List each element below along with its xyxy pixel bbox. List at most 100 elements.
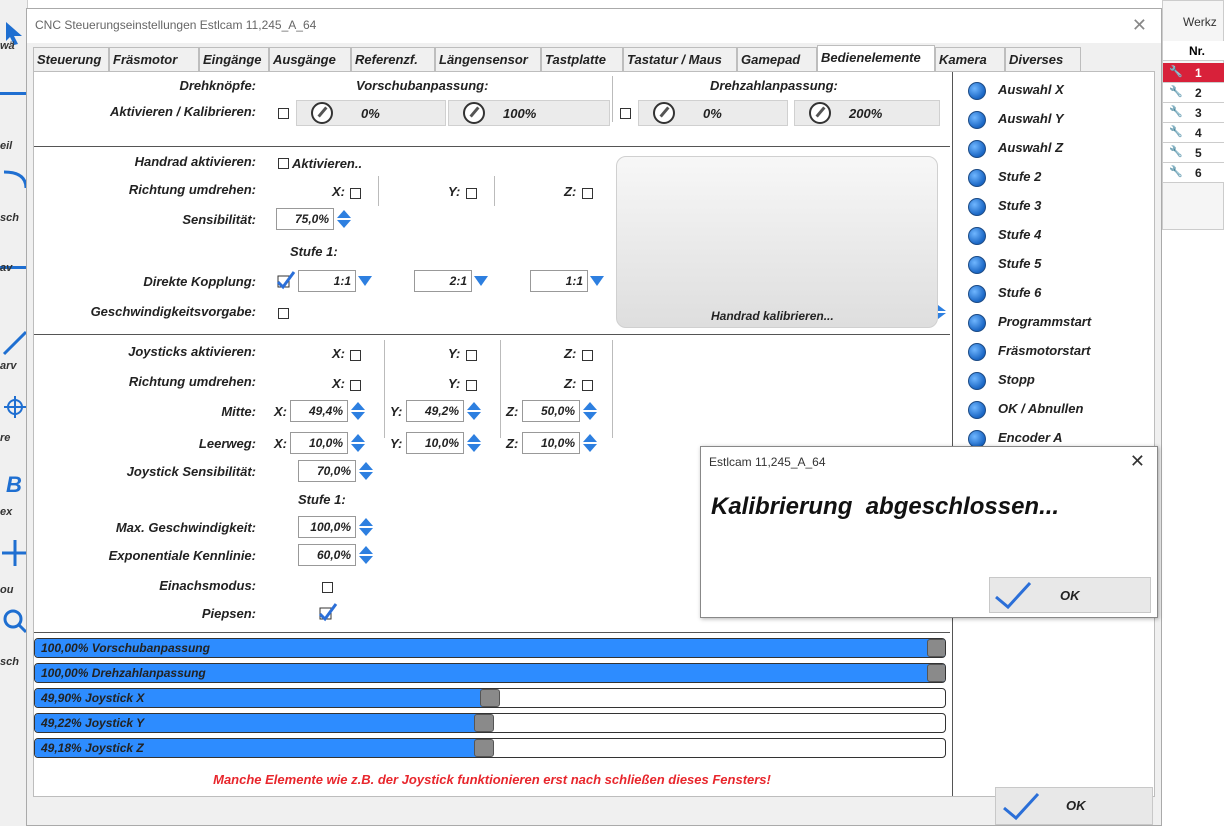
spinner-icon[interactable] <box>350 401 366 421</box>
beep-checkbox-checked-icon[interactable] <box>318 602 338 622</box>
dropdown-icon[interactable] <box>590 276 604 286</box>
coupling-ratio-x[interactable]: 1:1 <box>298 270 356 292</box>
close-icon[interactable]: ✕ <box>1130 451 1145 472</box>
control-button[interactable]: Auswahl Z <box>968 136 1214 162</box>
magnifier-icon[interactable] <box>2 608 28 634</box>
indicator-icon <box>968 82 986 100</box>
knob-speed-checkbox[interactable] <box>620 108 631 119</box>
joystick-dir-x-checkbox[interactable] <box>350 380 361 391</box>
handwheel-direction-label: Richtung umdrehen: <box>128 182 256 197</box>
dropdown-icon[interactable] <box>358 276 372 286</box>
speed-max-knob[interactable]: 200% <box>794 100 940 126</box>
spinner-icon[interactable] <box>358 545 374 565</box>
speed-preset-checkbox[interactable] <box>278 308 289 319</box>
joystick-center-z-input[interactable]: 50,0% <box>522 400 580 422</box>
target-icon[interactable] <box>2 394 28 420</box>
spinner-icon[interactable] <box>358 461 374 481</box>
expo-curve-input[interactable]: 60,0% <box>298 544 356 566</box>
slider-thumb <box>473 714 494 732</box>
joystick-dir-y-checkbox[interactable] <box>466 380 477 391</box>
control-button[interactable]: Stufe 2 <box>968 165 1214 191</box>
dial-icon <box>809 102 831 124</box>
control-button-label: Auswahl Y <box>998 111 1064 126</box>
tab-bedienelemente[interactable]: Bedienelemente <box>817 45 935 71</box>
control-button[interactable]: Stufe 4 <box>968 223 1214 249</box>
close-icon[interactable]: ✕ <box>1132 15 1147 36</box>
knobs-label: Drehknöpfe: <box>179 78 256 93</box>
spinner-icon[interactable] <box>336 209 352 229</box>
tab-fräsmotor[interactable]: Fräsmotor <box>109 47 199 71</box>
handwheel-calibrate-button[interactable]: Handrad kalibrieren... <box>616 156 938 328</box>
control-button[interactable]: OK / Abnullen <box>968 397 1214 423</box>
spinner-icon[interactable] <box>466 401 482 421</box>
coupling-ratio-y[interactable]: 2:1 <box>414 270 472 292</box>
spinner-icon[interactable] <box>582 401 598 421</box>
coupling-checkbox-checked-icon[interactable] <box>276 270 296 290</box>
spinner-icon[interactable] <box>358 517 374 537</box>
indicator-icon <box>968 343 986 361</box>
joystick-dir-z-checkbox[interactable] <box>582 380 593 391</box>
joystick-deadband-y-input[interactable]: 10,0% <box>406 432 464 454</box>
handwheel-calibrate-label: Handrad kalibrieren... <box>711 309 834 323</box>
tab-eingänge[interactable]: Eingänge <box>199 47 269 71</box>
divider <box>494 176 495 206</box>
spinner-icon[interactable] <box>466 433 482 453</box>
joystick-center-x-input[interactable]: 49,4% <box>290 400 348 422</box>
joystick-y-checkbox[interactable] <box>466 350 477 361</box>
tab-längensensor[interactable]: Längensensor <box>435 47 541 71</box>
tab-steuerung[interactable]: Steuerung <box>33 47 109 71</box>
handwheel-dir-x-checkbox[interactable] <box>350 188 361 199</box>
dialog-ok-button[interactable]: OK <box>989 577 1151 613</box>
control-button-label: Stufe 5 <box>998 256 1042 271</box>
handwheel-dir-z-checkbox[interactable] <box>582 188 593 199</box>
coupling-ratio-z[interactable]: 1:1 <box>530 270 588 292</box>
max-speed-input[interactable]: 100,0% <box>298 516 356 538</box>
cross-icon[interactable] <box>2 540 28 566</box>
joystick-sensitivity-input[interactable]: 70,0% <box>298 460 356 482</box>
control-button[interactable]: Programmstart <box>968 310 1214 336</box>
control-button[interactable]: Stufe 3 <box>968 194 1214 220</box>
tab-referenzf[interactable]: Referenzf. <box>351 47 435 71</box>
speed-max-value: 200% <box>849 106 883 121</box>
control-button[interactable]: Stufe 5 <box>968 252 1214 278</box>
tab-kamera[interactable]: Kamera <box>935 47 1005 71</box>
handwheel-sensitivity-input[interactable]: 75,0% <box>276 208 334 230</box>
joystick-z-checkbox[interactable] <box>582 350 593 361</box>
handwheel-activate-checkbox[interactable] <box>278 158 289 169</box>
tab-gamepad[interactable]: Gamepad <box>737 47 817 71</box>
control-button[interactable]: Auswahl X <box>968 78 1214 104</box>
control-button-label: Stufe 6 <box>998 285 1042 300</box>
knob-feed-checkbox[interactable] <box>278 108 289 119</box>
joystick-center-y-input[interactable]: 49,2% <box>406 400 464 422</box>
feed-min-knob[interactable]: 0% <box>296 100 446 126</box>
control-button[interactable]: Auswahl Y <box>968 107 1214 133</box>
speed-min-knob[interactable]: 0% <box>638 100 788 126</box>
tab-diverses[interactable]: Diverses <box>1005 47 1081 71</box>
single-axis-checkbox[interactable] <box>322 582 333 593</box>
control-button[interactable]: Stufe 6 <box>968 281 1214 307</box>
feed-max-knob[interactable]: 100% <box>448 100 610 126</box>
ok-button[interactable]: OK <box>995 787 1153 825</box>
handwheel-activate-label: Handrad aktivieren: <box>134 154 256 169</box>
joystick-sensitivity-label: Joystick Sensibilität: <box>126 464 256 479</box>
text-tool-icon[interactable]: B <box>2 470 28 496</box>
control-button-label: Programmstart <box>998 314 1092 329</box>
diagonal-icon[interactable] <box>2 330 28 356</box>
control-button[interactable]: Fräsmotorstart <box>968 339 1214 365</box>
curve-icon[interactable] <box>2 168 28 194</box>
tab-tastplatte[interactable]: Tastplatte <box>541 47 623 71</box>
line-icon[interactable] <box>0 92 26 95</box>
control-button[interactable]: Stopp <box>968 368 1214 394</box>
feed-override-title: Vorschubanpassung: <box>356 78 489 93</box>
dial-icon <box>653 102 675 124</box>
joystick-deadband-x-input[interactable]: 10,0% <box>290 432 348 454</box>
tab-tastatur-maus[interactable]: Tastatur / Maus <box>623 47 737 71</box>
dropdown-icon[interactable] <box>474 276 488 286</box>
tab-ausgänge[interactable]: Ausgänge <box>269 47 351 71</box>
spinner-icon[interactable] <box>582 433 598 453</box>
joystick-x-checkbox[interactable] <box>350 350 361 361</box>
spinner-icon[interactable] <box>350 433 366 453</box>
handwheel-dir-y-checkbox[interactable] <box>466 188 477 199</box>
joystick-deadband-z-input[interactable]: 10,0% <box>522 432 580 454</box>
beep-label: Piepsen: <box>201 606 256 621</box>
